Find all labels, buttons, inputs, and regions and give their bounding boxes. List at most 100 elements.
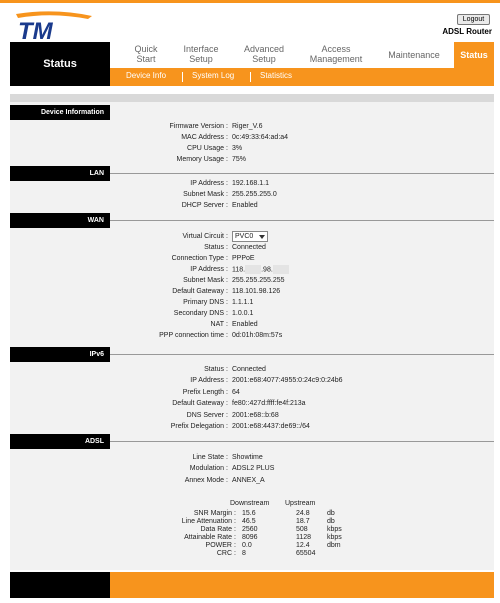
section-wan: WAN	[10, 213, 494, 228]
field-label: NAT	[210, 321, 224, 328]
field-colon: :	[226, 202, 228, 209]
nav-item-line1: Quick	[134, 44, 158, 54]
nav-item-line2: Setup	[189, 54, 213, 64]
field-label: PPP connection time	[159, 332, 224, 339]
table-row: POWER:0.0 12.4 dbm	[160, 542, 360, 550]
nav-item-maintenance[interactable]: Maintenance	[384, 50, 444, 60]
section-title: WAN	[10, 213, 110, 228]
field-label: MAC Address	[181, 134, 224, 141]
section-divider	[110, 220, 494, 221]
field-colon: :	[226, 233, 228, 240]
info-row: IP Address:192.168.1.1	[10, 179, 494, 189]
current-section-title: Status	[10, 42, 110, 86]
section-title: ADSL	[10, 434, 110, 449]
info-row: Annex Mode: ANNEX_A	[10, 476, 494, 486]
tm-logo: TM	[14, 10, 124, 45]
field-colon: :	[226, 412, 228, 419]
nav-item-quick-start[interactable]: Quick Start	[124, 44, 168, 64]
field-colon: :	[226, 321, 228, 328]
field-label: Annex Mode	[184, 477, 224, 484]
field-label: Secondary DNS	[173, 310, 224, 317]
footer-black-block	[10, 572, 110, 598]
info-row: Prefix Length:64	[10, 388, 494, 398]
table-row: Line Attenuation:46.5 18.7 db	[160, 518, 360, 526]
field-colon: :	[226, 423, 228, 430]
field-label: IP Address	[190, 377, 224, 384]
nav-item-status[interactable]: Status	[454, 42, 494, 68]
nav-item-line1: Interface	[183, 44, 219, 54]
info-row: MAC Address:0c:49:33:64:ad:a4	[10, 133, 494, 143]
info-row: Memory Usage:75%	[10, 155, 494, 165]
field-value: 192.168.1.1	[232, 180, 269, 187]
info-row: PPP connection time:0d:01h:08m:57s	[10, 331, 494, 341]
info-row: Default Gateway:118.101.98.126	[10, 287, 494, 297]
nav-item-line1: Advanced	[243, 44, 285, 54]
field-value: 1.0.0.1	[232, 310, 254, 317]
info-row: Status: Connected	[10, 243, 494, 253]
info-row: DHCP Server: Enabled	[10, 201, 494, 211]
field-colon: :	[226, 134, 228, 141]
field-label: Default Gateway	[172, 288, 224, 295]
field-colon: :	[226, 310, 228, 317]
field-colon: :	[226, 389, 228, 396]
column-header-upstream: Upstream	[285, 500, 316, 507]
subnav-device-info[interactable]: Device Info	[126, 71, 166, 80]
info-row: CPU Usage:3%	[10, 144, 494, 154]
field-colon: :	[226, 266, 228, 273]
info-row: Subnet Mask:255.255.255.255	[10, 276, 494, 286]
field-colon: :	[226, 477, 228, 484]
field-colon: :	[226, 288, 228, 295]
nav-item-line1: Status	[460, 50, 488, 60]
field-label: Prefix Length	[182, 389, 224, 396]
main-navigation: Status Quick Start Interface Setup Advan…	[10, 42, 494, 86]
section-divider	[110, 354, 494, 355]
info-row: Subnet Mask:255.255.255.0	[10, 190, 494, 200]
nav-item-line1: Maintenance	[388, 50, 440, 60]
virtual-circuit-value: PVC0	[235, 233, 254, 240]
field-value: 64	[232, 389, 240, 396]
info-row: Prefix Delegation:2001:e68:4437:de69::/6…	[10, 422, 494, 432]
redaction	[245, 265, 262, 274]
subnav-divider	[250, 72, 251, 82]
status-content: Device Information Firmware Version: Rige…	[10, 94, 494, 570]
table-row: Data Rate:2560 508 kbps	[160, 526, 360, 534]
field-value: 255.255.255.255	[232, 277, 285, 284]
content-top-band	[10, 94, 494, 102]
section-divider	[110, 441, 494, 442]
info-row: NAT: Enabled	[10, 320, 494, 330]
subnav-system-log[interactable]: System Log	[192, 71, 234, 80]
field-label: Prefix Delegation	[170, 423, 224, 430]
section-adsl: ADSL	[10, 434, 494, 449]
stat-label: CRC	[216, 550, 232, 557]
subnav-statistics[interactable]: Statistics	[260, 71, 292, 80]
field-value: Showtime	[232, 454, 263, 461]
logout-button[interactable]: Logout	[457, 14, 490, 25]
virtual-circuit-select[interactable]: PVC0	[232, 231, 268, 242]
field-label: Virtual Circuit	[182, 233, 225, 240]
field-value: 75%	[232, 156, 247, 163]
field-colon: :	[226, 145, 228, 152]
nav-item-interface-setup[interactable]: Interface Setup	[176, 44, 226, 64]
nav-item-line1: Access	[321, 44, 351, 54]
subnav-divider	[182, 72, 183, 82]
field-label: Default Gateway	[172, 400, 224, 407]
field-value: Connected	[232, 244, 266, 251]
top-accent-stripe	[0, 0, 500, 3]
info-row: Status: Connected	[10, 365, 494, 375]
field-colon: :	[226, 180, 228, 187]
field-label: Connection Type	[171, 255, 224, 262]
field-value: 118.101.98.126	[232, 288, 281, 295]
section-title: Device Information	[10, 105, 110, 120]
field-colon: :	[226, 366, 228, 373]
nav-item-access-management[interactable]: Access Management	[304, 44, 368, 64]
tm-logo-graphic: TM	[16, 11, 92, 45]
nav-item-advanced-setup[interactable]: Advanced Setup	[236, 44, 292, 64]
field-label: CPU Usage	[187, 145, 224, 152]
field-value: 1.1.1.1	[232, 299, 254, 306]
field-value: 2001:e68:4437:de69::/64	[232, 423, 310, 430]
field-value: Enabled	[232, 202, 258, 209]
table-row: CRC:8 65504	[160, 550, 360, 558]
nav-item-line2: Management	[309, 54, 363, 64]
info-row: Line State: Showtime	[10, 453, 494, 463]
field-colon: :	[226, 244, 228, 251]
